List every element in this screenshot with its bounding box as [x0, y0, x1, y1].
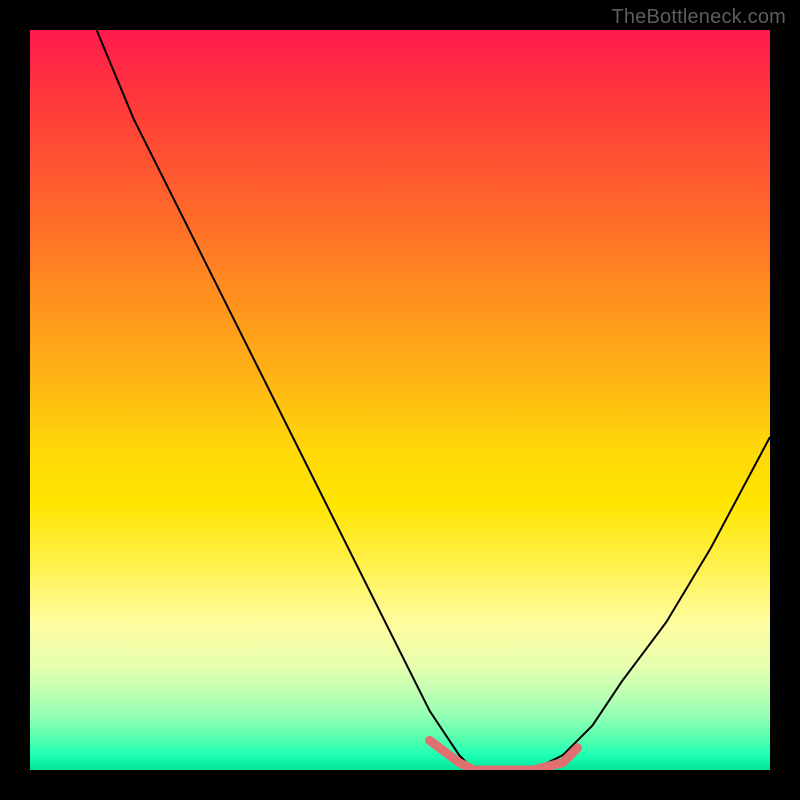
plot-gradient-background: [30, 30, 770, 770]
chart-svg: [30, 30, 770, 770]
bottleneck-curve: [97, 30, 770, 770]
chart-frame: TheBottleneck.com: [0, 0, 800, 800]
attribution-text: TheBottleneck.com: [611, 6, 786, 29]
